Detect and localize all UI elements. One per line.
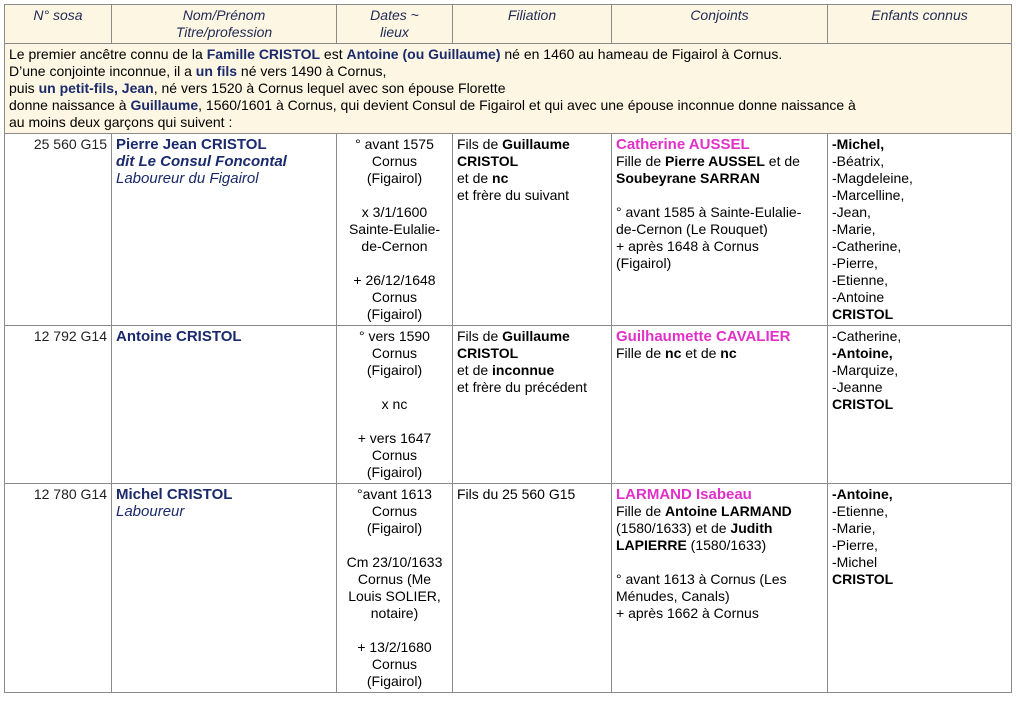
table-row: 12 780 G14 Michel CRISTOL Laboureur °ava… — [4, 483, 1012, 693]
spouse-cell: Catherine AUSSEL Fille de Pierre AUSSEL … — [611, 133, 828, 326]
person-cell: Michel CRISTOL Laboureur — [111, 483, 337, 693]
spouse-name: Catherine AUSSEL — [616, 136, 750, 153]
sosa-number: 12 792 G14 — [4, 325, 112, 484]
table-row: 25 560 G15 Pierre Jean CRISTOL dit Le Co… — [4, 133, 1012, 326]
spouse-cell: Guilhaumette CAVALIER Fille de nc et de … — [611, 325, 828, 484]
filiation-cell: Fils du 25 560 G15 — [452, 483, 612, 693]
dates-cell: ° vers 1590 Cornus (Figairol) x nc + ver… — [336, 325, 453, 484]
intro-row: Le premier ancêtre connu de la Famille C… — [4, 43, 1012, 134]
spouse-name: LARMAND Isabeau — [616, 486, 752, 503]
header-dates: Dates ~ lieux — [336, 4, 453, 44]
dates-cell: ° avant 1575 Cornus (Figairol) x 3/1/160… — [336, 133, 453, 326]
header-conjoints: Conjoints — [611, 4, 828, 44]
header-row: N° sosa Nom/Prénom Titre/profession Dates… — [4, 4, 1012, 44]
children-cell: -Michel, -Béatrix, -Magdeleine, -Marcell… — [827, 133, 1012, 326]
intro-text: Le premier ancêtre connu de la Famille C… — [4, 43, 1012, 134]
dates-cell: °avant 1613 Cornus (Figairol) Cm 23/10/1… — [336, 483, 453, 693]
person-alias: dit Le Consul Foncontal — [116, 153, 287, 170]
table-row: 12 792 G14 Antoine CRISTOL ° vers 1590 C… — [4, 325, 1012, 484]
sosa-number: 25 560 G15 — [4, 133, 112, 326]
person-title: Laboureur du Figairol — [116, 170, 259, 187]
person-name: Antoine CRISTOL — [116, 328, 242, 345]
person-name: Pierre Jean CRISTOL — [116, 136, 267, 153]
person-cell: Antoine CRISTOL — [111, 325, 337, 484]
filiation-cell: Fils de Guillaume CRISTOL et de inconnue… — [452, 325, 612, 484]
children-cell: -Antoine, -Etienne, -Marie, -Pierre, -Mi… — [827, 483, 1012, 693]
sosa-number: 12 780 G14 — [4, 483, 112, 693]
filiation-cell: Fils de Guillaume CRISTOL et de nc et fr… — [452, 133, 612, 326]
header-enfants: Enfants connus — [827, 4, 1012, 44]
person-cell: Pierre Jean CRISTOL dit Le Consul Foncon… — [111, 133, 337, 326]
header-name: Nom/Prénom Titre/profession — [111, 4, 337, 44]
spouse-cell: LARMAND Isabeau Fille de Antoine LARMAND… — [611, 483, 828, 693]
children-cell: -Catherine, -Antoine, -Marquize, -Jeanne… — [827, 325, 1012, 484]
header-filiation: Filiation — [452, 4, 612, 44]
genealogy-table: N° sosa Nom/Prénom Titre/profession Dates… — [4, 4, 1012, 693]
header-sosa: N° sosa — [4, 4, 112, 44]
spouse-name: Guilhaumette CAVALIER — [616, 328, 791, 345]
person-title: Laboureur — [116, 503, 185, 520]
person-name: Michel CRISTOL — [116, 486, 233, 503]
